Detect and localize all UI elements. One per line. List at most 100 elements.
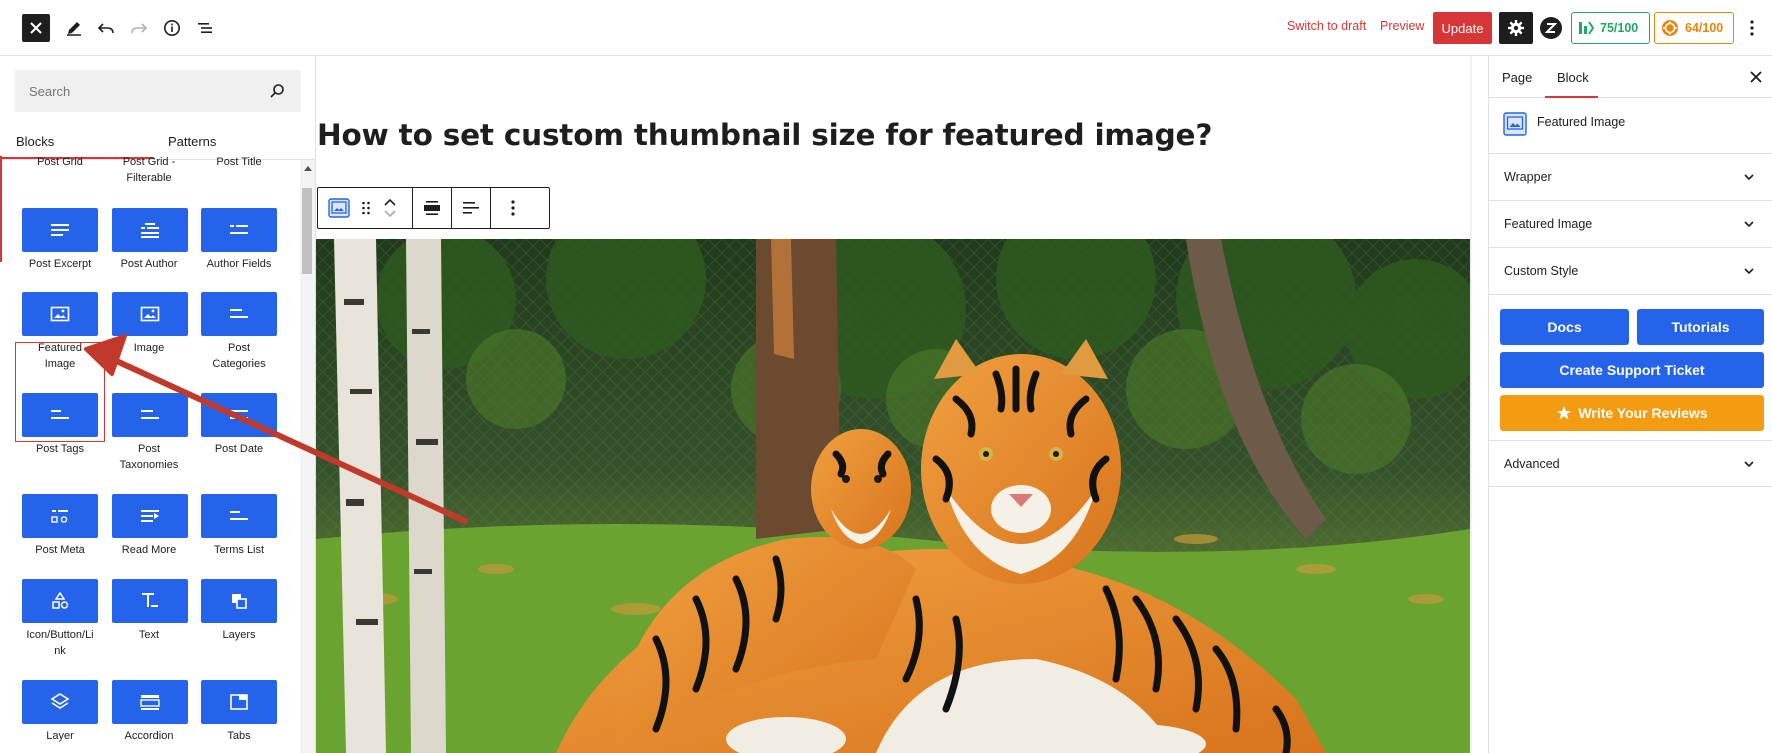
block-tabs[interactable] (201, 680, 277, 724)
block-label: Post Date (214, 443, 264, 455)
list-view-button[interactable] (191, 14, 219, 42)
details-button[interactable] (158, 14, 186, 42)
editor-canvas: How to set custom thumbnail size for fea… (316, 56, 1472, 753)
block-label: Post Author (120, 258, 178, 270)
create-support-ticket-button[interactable]: Create Support Ticket (1500, 352, 1764, 388)
chevron-down-icon (1744, 221, 1754, 228)
block-options-button[interactable] (491, 188, 535, 228)
preview-button[interactable]: Preview (1380, 19, 1424, 33)
tab-block[interactable]: Block (1557, 70, 1589, 85)
docs-button[interactable]: Docs (1500, 309, 1629, 345)
panel-wrapper[interactable]: Wrapper (1489, 154, 1772, 201)
gear-icon (1508, 20, 1524, 36)
more-vertical-icon (1750, 20, 1754, 36)
seo-score-badge[interactable]: 75/100 (1571, 12, 1650, 44)
panel-title: Featured Image (1504, 217, 1593, 231)
move-up-icon[interactable] (384, 198, 396, 206)
block-post-categories[interactable] (201, 292, 277, 336)
edit-tool-button[interactable] (60, 14, 88, 42)
update-button[interactable]: Update (1433, 12, 1492, 44)
close-editor-button[interactable] (22, 14, 50, 42)
undo-button[interactable] (92, 14, 120, 42)
block-label: Post Meta (35, 544, 85, 556)
block-label-post-grid-filterable[interactable]: Post Grid - Filterable (104, 154, 194, 186)
categories-icon (230, 309, 248, 318)
block-label: Post Excerpt (28, 258, 92, 270)
date-icon (230, 410, 248, 419)
featured-image[interactable] (316, 239, 1470, 753)
tab-patterns[interactable]: Patterns (168, 134, 216, 149)
block-inserter-panel: Blocks Patterns Post Grid Post Grid - Fi… (0, 56, 316, 753)
z-logo-icon (1545, 23, 1557, 33)
block-layer[interactable] (22, 680, 98, 724)
block-read-more[interactable] (112, 494, 188, 538)
block-post-excerpt[interactable] (22, 208, 98, 252)
tutorials-button[interactable]: Tutorials (1637, 309, 1764, 345)
block-post-date[interactable] (201, 393, 277, 437)
block-post-meta[interactable] (22, 494, 98, 538)
inserter-scrollbar[interactable] (300, 160, 315, 753)
chevron-down-icon (1744, 461, 1754, 468)
block-label-post-title[interactable]: Post Title (194, 154, 284, 170)
close-sidebar-button[interactable] (1747, 68, 1765, 86)
panel-title: Custom Style (1504, 264, 1579, 278)
block-post-tags[interactable] (22, 393, 98, 437)
block-terms-list[interactable] (201, 494, 277, 538)
block-align-button[interactable] (413, 188, 451, 228)
text-align-button[interactable] (452, 188, 490, 228)
block-post-author[interactable] (112, 208, 188, 252)
excerpt-icon (51, 224, 69, 236)
block-label: Post Categories (212, 342, 266, 370)
scroll-up-arrow-icon[interactable] (304, 166, 312, 171)
canvas-scrollbar[interactable] (1470, 56, 1472, 753)
block-featured-image[interactable] (22, 292, 98, 336)
read-more-icon (141, 510, 159, 522)
tabs-icon (230, 694, 248, 710)
tab-page[interactable]: Page (1502, 70, 1532, 85)
scrollbar-thumb[interactable] (302, 188, 312, 274)
block-label: Image (133, 342, 165, 354)
seo-score-value: 75/100 (1600, 21, 1639, 35)
move-down-icon[interactable] (384, 210, 396, 218)
block-image[interactable] (112, 292, 188, 336)
options-menu-button[interactable] (1742, 14, 1762, 42)
featured-image-icon (328, 198, 350, 218)
block-label-post-grid[interactable]: Post Grid (15, 154, 105, 170)
block-card-title: Featured Image (1537, 115, 1626, 129)
panel-custom-style[interactable]: Custom Style (1489, 248, 1772, 295)
settings-sidebar: Page Block Featured Image Wrapper Featur… (1488, 56, 1772, 753)
plugin-z-button[interactable] (1540, 17, 1562, 39)
switch-to-draft-button[interactable]: Switch to draft (1287, 19, 1366, 33)
block-label: Tabs (227, 730, 251, 742)
panel-advanced[interactable]: Advanced (1489, 440, 1772, 487)
post-title[interactable]: How to set custom thumbnail size for fea… (317, 118, 1212, 152)
readability-score-badge[interactable]: 64/100 (1654, 12, 1734, 44)
redo-button[interactable] (125, 14, 153, 42)
seo-logo-icon (1579, 21, 1594, 35)
block-label: Author Fields (206, 258, 272, 270)
block-accordion[interactable] (112, 680, 188, 724)
tiger-photo-image (316, 239, 1470, 753)
sidebar-tabs: Page Block (1489, 56, 1772, 98)
block-label: Read More (121, 544, 177, 556)
block-search-input[interactable] (15, 70, 255, 112)
write-reviews-button[interactable]: Write Your Reviews (1500, 395, 1764, 431)
panel-featured-image[interactable]: Featured Image (1489, 201, 1772, 248)
block-label: Icon/Button/Li nk (26, 629, 94, 657)
block-author-fields[interactable] (201, 208, 277, 252)
block-type-button[interactable] (322, 188, 356, 228)
tab-blocks[interactable]: Blocks (16, 134, 54, 149)
block-layers[interactable] (201, 579, 277, 623)
drag-handle[interactable] (356, 188, 376, 228)
settings-button[interactable] (1499, 12, 1533, 44)
block-icon-button-link[interactable] (22, 579, 98, 623)
block-label: Featured Image (37, 342, 83, 370)
block-card: Featured Image (1489, 98, 1772, 154)
panel-title: Wrapper (1504, 170, 1552, 184)
block-text[interactable] (112, 579, 188, 623)
search-icon[interactable] (269, 83, 285, 99)
panel-title: Advanced (1504, 457, 1560, 471)
block-post-taxonomies[interactable] (112, 393, 188, 437)
tags-icon (51, 410, 69, 419)
chevron-down-icon (1744, 268, 1754, 275)
